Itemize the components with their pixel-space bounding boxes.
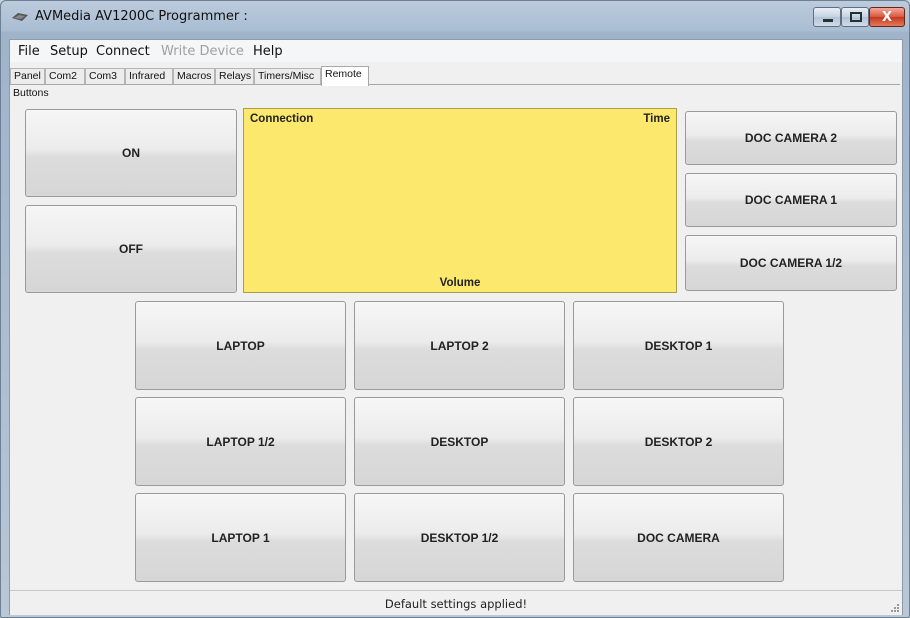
on-button[interactable]: ON [25,109,237,197]
display-time-label: Time [643,113,670,125]
maximize-icon [850,12,862,22]
menu-setup[interactable]: Setup [50,44,88,59]
doc-camera-1-button[interactable]: DOC CAMERA 1 [685,173,897,227]
client-area: File Setup Connect Write Device Help Pan… [9,39,903,615]
desktop-1-button[interactable]: DESKTOP 1 [573,301,784,390]
close-button[interactable]: X [869,7,905,27]
menu-file[interactable]: File [18,44,40,59]
menu-bar: File Setup Connect Write Device Help [10,40,902,62]
display-volume-label: Volume [439,277,481,289]
buttons-group-label: Buttons [13,87,49,99]
doc-camera-button[interactable]: DOC CAMERA [573,493,784,582]
minimize-button[interactable] [813,7,841,27]
resize-grip-icon[interactable] [890,603,900,613]
doc-camera-1-2-button[interactable]: DOC CAMERA 1/2 [685,235,897,291]
status-bar: Default settings applied! [10,590,902,615]
remote-panel: Buttons ON OFF Connection Time Volume DO… [10,84,900,591]
laptop-1-2-button[interactable]: LAPTOP 1/2 [135,397,346,486]
display-connection-label: Connection [250,113,314,125]
menu-connect[interactable]: Connect [96,44,150,59]
laptop-1-button[interactable]: LAPTOP 1 [135,493,346,582]
tab-macros[interactable]: Macros [173,68,215,84]
laptop-2-button[interactable]: LAPTOP 2 [354,301,565,390]
minimize-icon [823,19,833,22]
app-window: AVMedia AV1200C Programmer : X File Setu… [0,0,910,618]
tab-timers-misc[interactable]: Timers/Misc [254,68,321,84]
tab-com2[interactable]: Com2 [45,68,85,84]
title-bar[interactable]: AVMedia AV1200C Programmer : X [1,1,909,33]
doc-camera-2-button[interactable]: DOC CAMERA 2 [685,111,897,165]
app-icon [12,13,28,21]
tab-infrared[interactable]: Infrared [125,68,173,84]
off-button[interactable]: OFF [25,205,237,293]
tab-strip: Panel Com2 Com3 Infrared Macros Relays T… [10,66,902,86]
status-display: Connection Time Volume [243,108,677,293]
tab-remote[interactable]: Remote [321,66,369,86]
tab-relays[interactable]: Relays [215,68,254,84]
laptop-button[interactable]: LAPTOP [135,301,346,390]
desktop-2-button[interactable]: DESKTOP 2 [573,397,784,486]
maximize-button[interactable] [841,7,869,27]
menu-write-device[interactable]: Write Device [161,44,244,59]
menu-help[interactable]: Help [253,44,283,59]
tab-panel[interactable]: Panel [10,68,45,84]
status-message: Default settings applied! [384,597,528,611]
desktop-button[interactable]: DESKTOP [354,397,565,486]
tab-com3[interactable]: Com3 [85,68,125,84]
window-title: AVMedia AV1200C Programmer : [35,9,248,24]
desktop-1-2-button[interactable]: DESKTOP 1/2 [354,493,565,582]
close-icon: X [881,9,893,25]
